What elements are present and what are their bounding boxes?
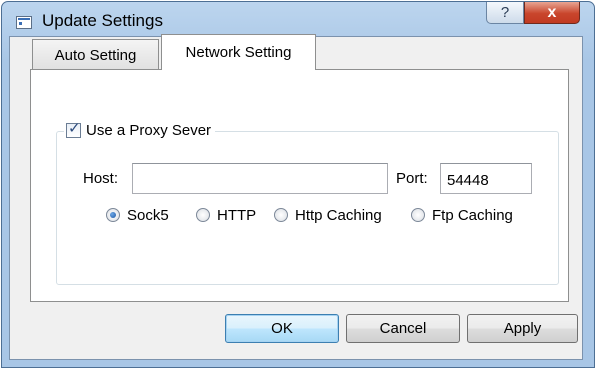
tab-auto-setting[interactable]: Auto Setting <box>32 39 159 69</box>
radio-unselected-icon[interactable] <box>411 208 425 222</box>
window-app-icon <box>16 16 32 29</box>
close-button[interactable]: x <box>524 2 580 24</box>
host-label: Host: <box>83 170 119 187</box>
radio-ftp-caching[interactable]: Ftp Caching <box>411 204 513 226</box>
radio-selected-icon[interactable] <box>106 208 120 222</box>
use-proxy-label[interactable]: Use a Proxy Sever <box>86 122 211 139</box>
title-bar[interactable]: Update Settings ? x <box>2 2 594 38</box>
proxy-checkbox-row[interactable]: ✓ Use a Proxy Sever <box>64 119 216 141</box>
radio-http-label[interactable]: HTTP <box>217 207 256 224</box>
host-input[interactable] <box>132 163 388 194</box>
radio-ftp-caching-label[interactable]: Ftp Caching <box>432 207 513 224</box>
apply-button[interactable]: Apply <box>467 314 578 343</box>
ok-button[interactable]: OK <box>225 314 339 343</box>
radio-sock5-label[interactable]: Sock5 <box>127 207 169 224</box>
radio-http[interactable]: HTTP <box>196 204 256 226</box>
checkmark-icon: ✓ <box>68 119 81 137</box>
cancel-button[interactable]: Cancel <box>346 314 460 343</box>
tab-network-setting[interactable]: Network Setting <box>161 34 316 70</box>
radio-unselected-icon[interactable] <box>196 208 210 222</box>
radio-sock5[interactable]: Sock5 <box>106 204 169 226</box>
window-title: Update Settings <box>42 11 163 30</box>
port-label: Port: <box>396 170 428 187</box>
radio-http-caching-label[interactable]: Http Caching <box>295 207 382 224</box>
help-button[interactable]: ? <box>486 2 524 24</box>
radio-http-caching[interactable]: Http Caching <box>274 204 382 226</box>
port-input[interactable] <box>440 163 532 194</box>
radio-unselected-icon[interactable] <box>274 208 288 222</box>
use-proxy-checkbox[interactable]: ✓ <box>66 119 81 138</box>
